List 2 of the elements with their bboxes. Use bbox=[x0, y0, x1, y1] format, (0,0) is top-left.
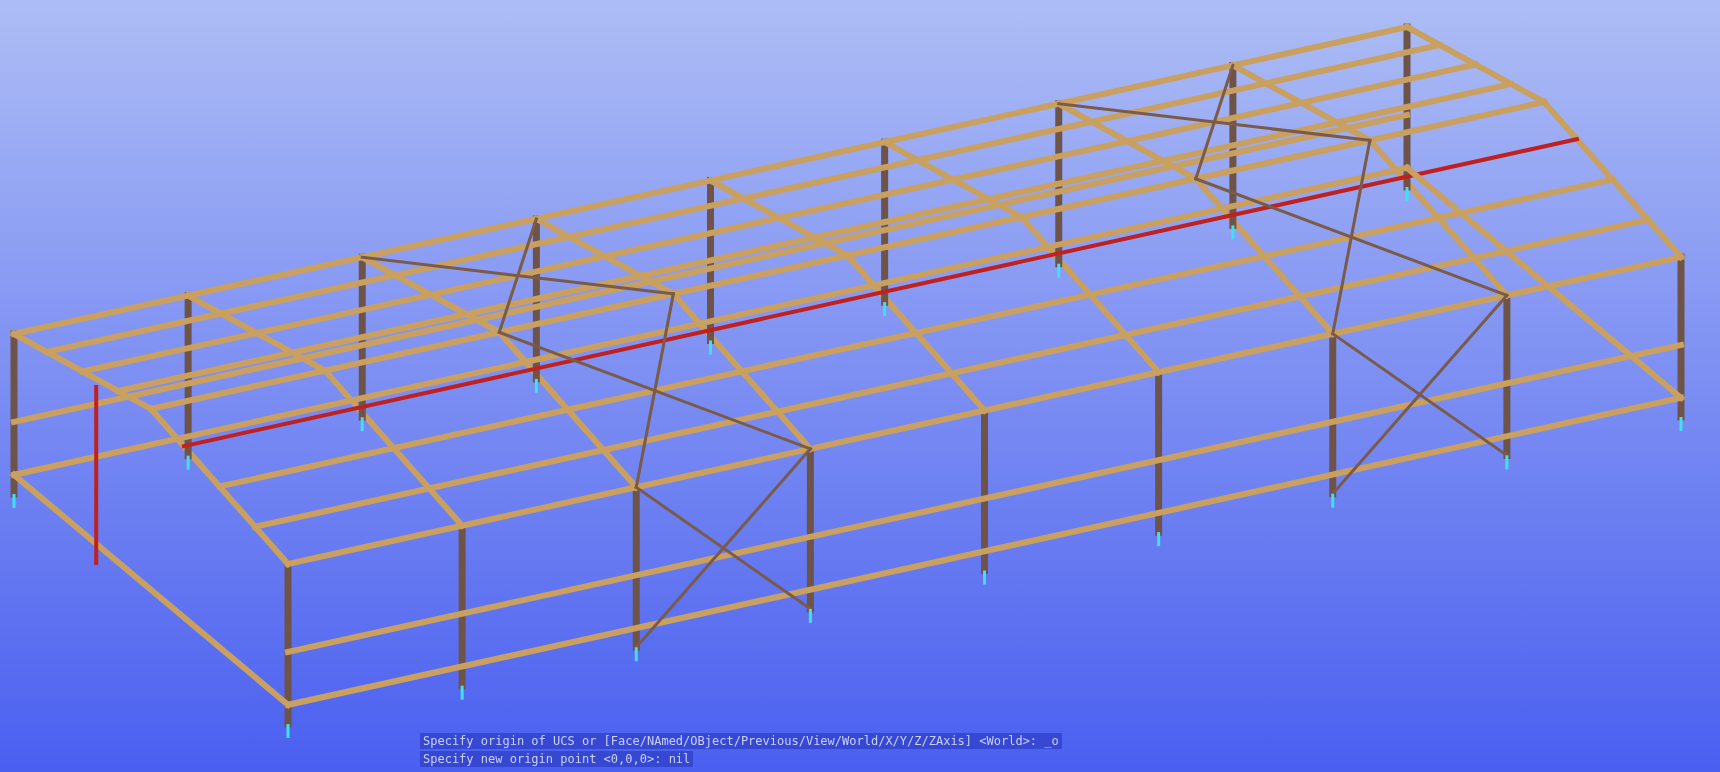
command-line-text: Specify new origin point <0,0,0>: nil bbox=[420, 751, 694, 767]
command-line-text: Specify origin of UCS or [Face/NAmed/OBject/Previous/View/World/X/Y/Z/ZAxis] <World>: _o bbox=[420, 733, 1062, 749]
